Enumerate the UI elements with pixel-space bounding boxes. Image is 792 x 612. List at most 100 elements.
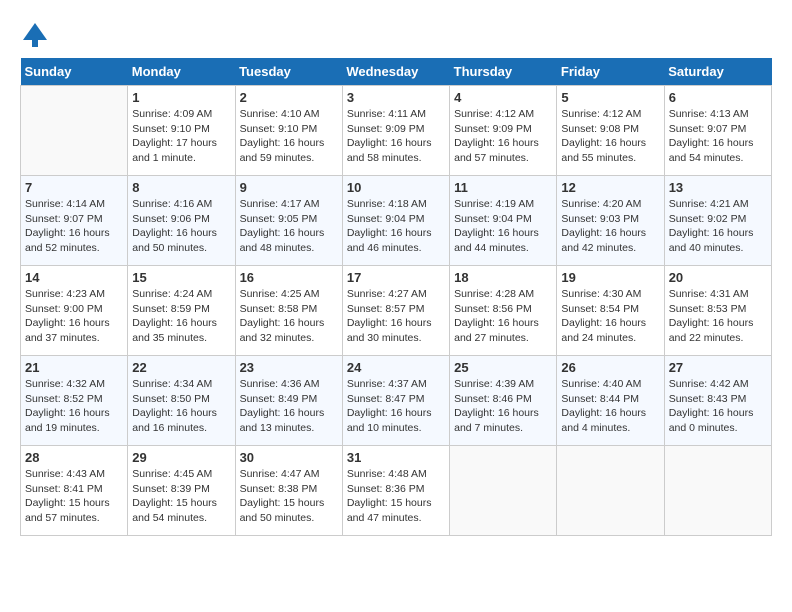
calendar-week-4: 21 Sunrise: 4:32 AM Sunset: 8:52 PM Dayli… xyxy=(21,356,772,446)
calendar-cell: 13 Sunrise: 4:21 AM Sunset: 9:02 PM Dayli… xyxy=(664,176,771,266)
calendar-cell: 20 Sunrise: 4:31 AM Sunset: 8:53 PM Dayli… xyxy=(664,266,771,356)
calendar-cell: 7 Sunrise: 4:14 AM Sunset: 9:07 PM Daylig… xyxy=(21,176,128,266)
calendar-cell: 27 Sunrise: 4:42 AM Sunset: 8:43 PM Dayli… xyxy=(664,356,771,446)
calendar-cell: 22 Sunrise: 4:34 AM Sunset: 8:50 PM Dayli… xyxy=(128,356,235,446)
calendar-cell: 16 Sunrise: 4:25 AM Sunset: 8:58 PM Dayli… xyxy=(235,266,342,356)
day-number: 12 xyxy=(561,180,659,195)
calendar-cell xyxy=(21,86,128,176)
day-info: Sunrise: 4:18 AM Sunset: 9:04 PM Dayligh… xyxy=(347,197,445,256)
calendar-cell: 17 Sunrise: 4:27 AM Sunset: 8:57 PM Dayli… xyxy=(342,266,449,356)
day-info: Sunrise: 4:37 AM Sunset: 8:47 PM Dayligh… xyxy=(347,377,445,436)
day-info: Sunrise: 4:21 AM Sunset: 9:02 PM Dayligh… xyxy=(669,197,767,256)
calendar-cell: 10Sunrise: 4:18 AM Sunset: 9:04 PM Dayli… xyxy=(342,176,449,266)
calendar-cell: 31 Sunrise: 4:48 AM Sunset: 8:36 PM Dayli… xyxy=(342,446,449,536)
day-number: 5 xyxy=(561,90,659,105)
day-info: Sunrise: 4:25 AM Sunset: 8:58 PM Dayligh… xyxy=(240,287,338,346)
day-info: Sunrise: 4:14 AM Sunset: 9:07 PM Dayligh… xyxy=(25,197,123,256)
calendar-cell: 1 Sunrise: 4:09 AM Sunset: 9:10 PM Daylig… xyxy=(128,86,235,176)
day-info: Sunrise: 4:32 AM Sunset: 8:52 PM Dayligh… xyxy=(25,377,123,436)
logo xyxy=(20,20,54,50)
calendar-cell: 24 Sunrise: 4:37 AM Sunset: 8:47 PM Dayli… xyxy=(342,356,449,446)
day-number: 31 xyxy=(347,450,445,465)
calendar-week-2: 7 Sunrise: 4:14 AM Sunset: 9:07 PM Daylig… xyxy=(21,176,772,266)
calendar-cell: 29 Sunrise: 4:45 AM Sunset: 8:39 PM Dayli… xyxy=(128,446,235,536)
day-info: Sunrise: 4:45 AM Sunset: 8:39 PM Dayligh… xyxy=(132,467,230,526)
day-info: Sunrise: 4:34 AM Sunset: 8:50 PM Dayligh… xyxy=(132,377,230,436)
calendar-cell xyxy=(557,446,664,536)
calendar-cell: 9 Sunrise: 4:17 AM Sunset: 9:05 PM Daylig… xyxy=(235,176,342,266)
day-number: 14 xyxy=(25,270,123,285)
calendar-cell: 2Sunrise: 4:10 AM Sunset: 9:10 PM Daylig… xyxy=(235,86,342,176)
day-number: 7 xyxy=(25,180,123,195)
day-number: 6 xyxy=(669,90,767,105)
calendar-cell: 30 Sunrise: 4:47 AM Sunset: 8:38 PM Dayli… xyxy=(235,446,342,536)
day-number: 17 xyxy=(347,270,445,285)
day-number: 11 xyxy=(454,180,552,195)
day-number: 3 xyxy=(347,90,445,105)
day-info: Sunrise: 4:27 AM Sunset: 8:57 PM Dayligh… xyxy=(347,287,445,346)
calendar-table: SundayMondayTuesdayWednesdayThursdayFrid… xyxy=(20,58,772,536)
calendar-cell: 14 Sunrise: 4:23 AM Sunset: 9:00 PM Dayli… xyxy=(21,266,128,356)
day-number: 2 xyxy=(240,90,338,105)
day-number: 28 xyxy=(25,450,123,465)
day-number: 26 xyxy=(561,360,659,375)
calendar-cell: 11Sunrise: 4:19 AM Sunset: 9:04 PM Dayli… xyxy=(450,176,557,266)
day-number: 13 xyxy=(669,180,767,195)
calendar-cell: 25Sunrise: 4:39 AM Sunset: 8:46 PM Dayli… xyxy=(450,356,557,446)
day-header-sunday: Sunday xyxy=(21,58,128,86)
day-info: Sunrise: 4:11 AM Sunset: 9:09 PM Dayligh… xyxy=(347,107,445,166)
day-number: 24 xyxy=(347,360,445,375)
day-info: Sunrise: 4:43 AM Sunset: 8:41 PM Dayligh… xyxy=(25,467,123,526)
day-info: Sunrise: 4:47 AM Sunset: 8:38 PM Dayligh… xyxy=(240,467,338,526)
day-number: 16 xyxy=(240,270,338,285)
day-info: Sunrise: 4:40 AM Sunset: 8:44 PM Dayligh… xyxy=(561,377,659,436)
day-number: 27 xyxy=(669,360,767,375)
day-number: 20 xyxy=(669,270,767,285)
calendar-cell: 28 Sunrise: 4:43 AM Sunset: 8:41 PM Dayli… xyxy=(21,446,128,536)
calendar-cell: 6 Sunrise: 4:13 AM Sunset: 9:07 PM Daylig… xyxy=(664,86,771,176)
calendar-week-3: 14 Sunrise: 4:23 AM Sunset: 9:00 PM Dayli… xyxy=(21,266,772,356)
calendar-cell: 23 Sunrise: 4:36 AM Sunset: 8:49 PM Dayli… xyxy=(235,356,342,446)
day-number: 25 xyxy=(454,360,552,375)
calendar-cell: 18 Sunrise: 4:28 AM Sunset: 8:56 PM Dayli… xyxy=(450,266,557,356)
day-info: Sunrise: 4:36 AM Sunset: 8:49 PM Dayligh… xyxy=(240,377,338,436)
day-info: Sunrise: 4:48 AM Sunset: 8:36 PM Dayligh… xyxy=(347,467,445,526)
logo-icon xyxy=(20,20,50,50)
day-info: Sunrise: 4:30 AM Sunset: 8:54 PM Dayligh… xyxy=(561,287,659,346)
day-number: 15 xyxy=(132,270,230,285)
day-info: Sunrise: 4:28 AM Sunset: 8:56 PM Dayligh… xyxy=(454,287,552,346)
day-info: Sunrise: 4:13 AM Sunset: 9:07 PM Dayligh… xyxy=(669,107,767,166)
day-number: 22 xyxy=(132,360,230,375)
calendar-cell: 12 Sunrise: 4:20 AM Sunset: 9:03 PM Dayli… xyxy=(557,176,664,266)
day-info: Sunrise: 4:16 AM Sunset: 9:06 PM Dayligh… xyxy=(132,197,230,256)
day-number: 19 xyxy=(561,270,659,285)
day-info: Sunrise: 4:31 AM Sunset: 8:53 PM Dayligh… xyxy=(669,287,767,346)
day-header-friday: Friday xyxy=(557,58,664,86)
day-info: Sunrise: 4:42 AM Sunset: 8:43 PM Dayligh… xyxy=(669,377,767,436)
day-info: Sunrise: 4:09 AM Sunset: 9:10 PM Dayligh… xyxy=(132,107,230,166)
calendar-cell: 5 Sunrise: 4:12 AM Sunset: 9:08 PM Daylig… xyxy=(557,86,664,176)
day-info: Sunrise: 4:12 AM Sunset: 9:08 PM Dayligh… xyxy=(561,107,659,166)
calendar-cell: 21 Sunrise: 4:32 AM Sunset: 8:52 PM Dayli… xyxy=(21,356,128,446)
day-number: 1 xyxy=(132,90,230,105)
calendar-week-1: 1 Sunrise: 4:09 AM Sunset: 9:10 PM Daylig… xyxy=(21,86,772,176)
day-header-thursday: Thursday xyxy=(450,58,557,86)
calendar-cell xyxy=(664,446,771,536)
calendar-cell: 8 Sunrise: 4:16 AM Sunset: 9:06 PM Daylig… xyxy=(128,176,235,266)
day-header-wednesday: Wednesday xyxy=(342,58,449,86)
day-number: 8 xyxy=(132,180,230,195)
day-info: Sunrise: 4:17 AM Sunset: 9:05 PM Dayligh… xyxy=(240,197,338,256)
day-info: Sunrise: 4:23 AM Sunset: 9:00 PM Dayligh… xyxy=(25,287,123,346)
calendar-cell: 3 Sunrise: 4:11 AM Sunset: 9:09 PM Daylig… xyxy=(342,86,449,176)
day-number: 30 xyxy=(240,450,338,465)
day-header-saturday: Saturday xyxy=(664,58,771,86)
day-info: Sunrise: 4:24 AM Sunset: 8:59 PM Dayligh… xyxy=(132,287,230,346)
day-number: 9 xyxy=(240,180,338,195)
calendar-cell: 4Sunrise: 4:12 AM Sunset: 9:09 PM Daylig… xyxy=(450,86,557,176)
calendar-week-5: 28 Sunrise: 4:43 AM Sunset: 8:41 PM Dayli… xyxy=(21,446,772,536)
day-number: 23 xyxy=(240,360,338,375)
day-info: Sunrise: 4:20 AM Sunset: 9:03 PM Dayligh… xyxy=(561,197,659,256)
day-number: 18 xyxy=(454,270,552,285)
day-number: 21 xyxy=(25,360,123,375)
day-number: 29 xyxy=(132,450,230,465)
